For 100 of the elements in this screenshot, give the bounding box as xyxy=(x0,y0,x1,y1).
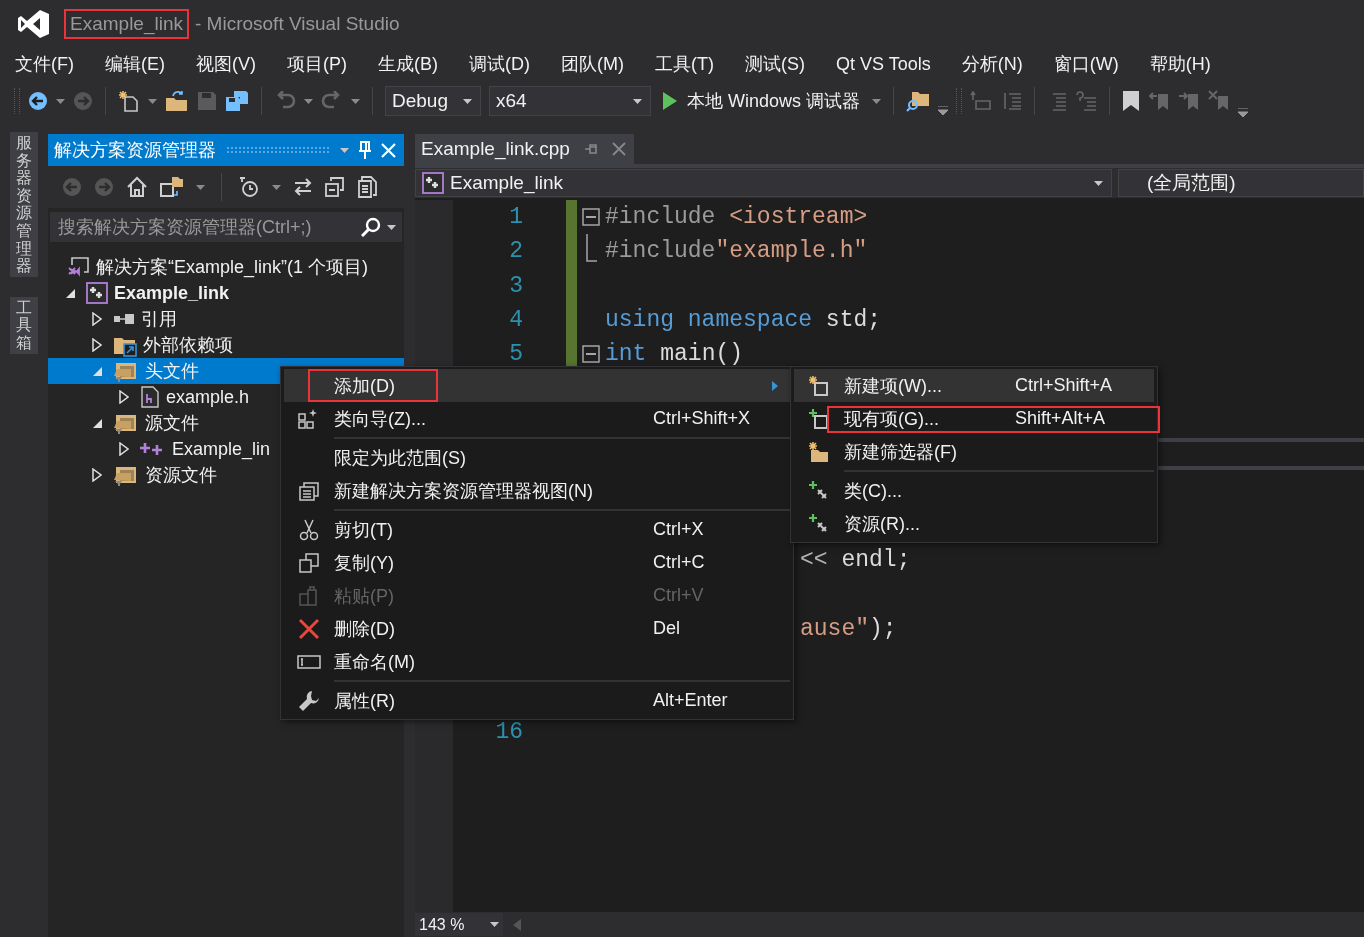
scissors-icon xyxy=(298,518,320,541)
caret-icon[interactable] xyxy=(56,98,65,104)
caret-icon[interactable] xyxy=(1094,180,1103,186)
scope-dropdown[interactable]: (全局范围) xyxy=(1118,169,1364,197)
collapsed-arrow-icon[interactable] xyxy=(92,468,102,482)
caret-icon[interactable] xyxy=(304,98,313,104)
menu-bar-item[interactable]: 视图(V) xyxy=(196,52,256,76)
collapse-all-icon[interactable] xyxy=(325,177,345,197)
menu-bar-item[interactable]: 测试(S) xyxy=(744,52,805,76)
expanded-arrow-icon[interactable] xyxy=(64,287,76,299)
caret-icon[interactable] xyxy=(872,98,882,104)
menu-bar-item[interactable]: 分析(N) xyxy=(961,52,1023,76)
menu-item[interactable]: 现有项(G)... Shift+Alt+A xyxy=(794,402,1154,435)
code-line: #include <iostream> xyxy=(605,204,868,231)
collapse-icon[interactable] xyxy=(582,345,600,364)
caret-icon[interactable] xyxy=(272,184,281,190)
side-tab[interactable]: 服务器资源管理器 xyxy=(10,132,38,277)
menu-item-label: 删除(D) xyxy=(334,617,395,641)
shortcut-text: Ctrl+Shift+X xyxy=(653,408,751,429)
copy-icon xyxy=(298,551,320,574)
new-project-icon[interactable] xyxy=(118,90,140,112)
tree-item-label: Example_lin xyxy=(172,438,271,460)
caret-icon[interactable] xyxy=(196,184,205,190)
clipboard-icon xyxy=(298,584,320,607)
properties-icon[interactable] xyxy=(357,176,379,198)
find-in-files-icon[interactable] xyxy=(906,90,931,112)
tree-item[interactable]: 外部依赖项 xyxy=(48,332,280,358)
menu-item[interactable]: 新建筛选器(F) xyxy=(794,435,1154,468)
menu-bar-item[interactable]: 团队(M) xyxy=(561,52,624,76)
overflow-icon[interactable] xyxy=(938,106,949,116)
collapsed-arrow-icon[interactable] xyxy=(92,338,102,352)
sync-arrows-icon[interactable] xyxy=(293,177,313,197)
tree-item[interactable]: Example_link xyxy=(48,280,280,306)
caret-icon[interactable] xyxy=(387,224,396,230)
back-icon[interactable] xyxy=(28,91,48,111)
zoom-dropdown[interactable]: 143 % xyxy=(415,913,503,936)
collapsed-arrow-icon[interactable] xyxy=(119,390,129,404)
tree-item[interactable]: Example_lin xyxy=(48,436,280,462)
menu-bar-item[interactable]: Qt VS Tools xyxy=(835,53,931,75)
start-debugging-button[interactable]: 本地 Windows 调试器 xyxy=(659,89,865,113)
tree-item[interactable]: 资源文件 xyxy=(48,462,280,488)
tree-item[interactable]: example.h xyxy=(48,384,280,410)
new-folder-icon xyxy=(808,440,830,463)
caret-icon[interactable] xyxy=(463,98,472,104)
menu-item[interactable]: 类(C)... xyxy=(794,474,1154,507)
project-icon xyxy=(422,172,444,194)
caret-icon[interactable] xyxy=(351,98,360,104)
close-icon[interactable] xyxy=(611,142,626,156)
caret-icon[interactable] xyxy=(148,98,157,104)
clear-bookmarks-icon[interactable] xyxy=(1208,90,1231,112)
bookmark-icon[interactable] xyxy=(1122,90,1141,112)
next-bookmark-icon[interactable] xyxy=(1178,90,1201,112)
project-dropdown[interactable]: Example_link xyxy=(415,169,1112,197)
caret-icon[interactable] xyxy=(490,922,499,927)
line-number: 16 xyxy=(494,718,524,745)
menu-bar-item[interactable]: 生成(B) xyxy=(378,52,438,76)
menu-item-label: 资源(R)... xyxy=(844,512,920,536)
platform-dropdown[interactable]: x64 xyxy=(489,86,651,116)
search-field[interactable]: 搜索解决方案资源管理器(Ctrl+;) xyxy=(50,212,402,242)
menu-bar-item[interactable]: 帮助(H) xyxy=(1149,52,1211,76)
collapse-icon[interactable] xyxy=(582,208,600,227)
shortcut-text: Del xyxy=(653,618,680,639)
menu-bar-item[interactable]: 工具(T) xyxy=(654,52,714,76)
shortcut-text: Ctrl+V xyxy=(653,585,704,606)
collapsed-arrow-icon[interactable] xyxy=(119,442,129,456)
tree-item[interactable]: 解决方案“Example_link”(1 个项目) xyxy=(48,254,369,280)
window-list-icon xyxy=(298,479,320,502)
menu-bar-item[interactable]: 文件(F) xyxy=(15,52,74,76)
tree-item-label: example.h xyxy=(166,386,250,408)
overflow-icon[interactable] xyxy=(1238,108,1249,118)
menu-bar-item[interactable]: 编辑(E) xyxy=(105,52,165,76)
expanded-arrow-icon[interactable] xyxy=(91,417,103,429)
clock-icon[interactable] xyxy=(238,176,260,198)
tree-item[interactable]: 引用 xyxy=(48,306,280,332)
menu-item-label: 粘贴(P) xyxy=(334,584,394,608)
menu-bar-item[interactable]: 项目(P) xyxy=(287,52,347,76)
configuration-dropdown[interactable]: Debug xyxy=(385,86,481,116)
side-tab[interactable]: 工具箱 xyxy=(10,296,38,354)
switch-views-icon[interactable] xyxy=(160,176,184,198)
open-folder-icon[interactable] xyxy=(165,90,189,112)
save-all-icon[interactable] xyxy=(225,90,249,112)
menu-bar-item[interactable]: 调试(D) xyxy=(469,52,530,76)
menu-item[interactable]: 资源(R)... xyxy=(794,507,1154,540)
collapsed-arrow-icon[interactable] xyxy=(92,312,102,326)
pin-icon[interactable] xyxy=(583,143,598,155)
search-icon[interactable] xyxy=(361,217,381,237)
caret-icon[interactable] xyxy=(633,98,642,104)
window-title: Example_link xyxy=(70,13,183,35)
code-line: << endl; xyxy=(800,547,911,574)
tree-item[interactable]: 源文件 xyxy=(48,410,280,436)
menu-bar-item[interactable]: 窗口(W) xyxy=(1053,52,1119,76)
editor-tab[interactable]: Example_link.cpp xyxy=(415,134,634,164)
menu-item-label: 属性(R) xyxy=(334,689,395,713)
play-icon xyxy=(663,92,677,110)
add-item-icon xyxy=(808,407,830,430)
previous-bookmark-icon[interactable] xyxy=(1148,90,1171,112)
menu-item[interactable]: 添加(D) xyxy=(284,369,790,402)
home-icon[interactable] xyxy=(126,176,148,198)
menu-item[interactable]: 新建项(W)... Ctrl+Shift+A xyxy=(794,369,1154,402)
menu-item-label: 添加(D) xyxy=(334,374,395,398)
